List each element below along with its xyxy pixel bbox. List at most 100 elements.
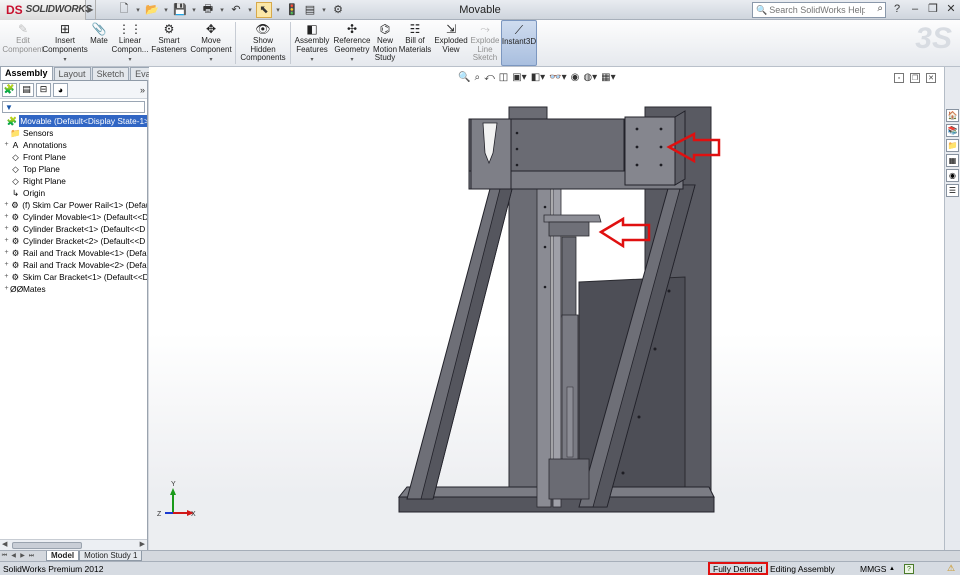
custom-properties-icon[interactable]: ☰	[946, 184, 959, 197]
cmd-edit-component-button[interactable]: ✎ Edit Component	[2, 20, 43, 66]
dropdown-arrow-icon[interactable]: ▾	[63, 56, 66, 65]
expand-icon[interactable]: +	[3, 139, 10, 151]
file-explorer-icon[interactable]: 📁	[946, 139, 959, 152]
cmd-insert-components-button[interactable]: ⊞ Insert Components ▾	[42, 20, 87, 66]
tree-item[interactable]: ◇ Top Plane	[0, 163, 147, 175]
expand-icon[interactable]: +	[3, 223, 10, 235]
search-go-icon[interactable]: ⌕	[877, 3, 883, 14]
open-icon[interactable]: 📂	[144, 2, 160, 18]
tab-motion-study-1[interactable]: Motion Study 1	[79, 551, 143, 561]
propertymanager-icon[interactable]: ▤	[19, 82, 34, 97]
help-icon[interactable]: ?	[890, 3, 904, 15]
solidworks-resources-icon[interactable]: 🏠	[946, 109, 959, 122]
graphics-area[interactable]: 🔍 ⌕ ⤺ ◫ ▣▾ ◧▾ 👓▾ ◉ ◍▾ ▦▾ ▫ ❐ ✕ Y X Z	[149, 67, 944, 550]
expand-icon[interactable]: +	[3, 235, 10, 247]
tab-layout[interactable]: Layout	[53, 67, 91, 80]
tree-item[interactable]: + ⚙ (f) Skim Car Power Rail<1> (Defaul	[0, 199, 147, 211]
dropdown-arrow-icon[interactable]: ▾	[350, 56, 353, 65]
tree-item[interactable]: + ⚙ Rail and Track Movable<2> (Defa	[0, 259, 147, 271]
tree-item[interactable]: ◇ Front Plane	[0, 151, 147, 163]
expand-icon[interactable]: +	[3, 259, 10, 271]
dropdown-arrow-icon[interactable]: ▾	[162, 2, 170, 18]
tree-item[interactable]: + ⚙ Cylinder Movable<1> (Default<<D	[0, 211, 147, 223]
expand-icon[interactable]: +	[3, 199, 10, 211]
rebuild-icon[interactable]: 🚦	[284, 2, 300, 18]
dropdown-arrow-icon[interactable]: ▾	[310, 56, 313, 65]
cmd-show-hidden-components-button[interactable]: 👁 Show Hidden Components	[238, 20, 288, 66]
tab-sketch[interactable]: Sketch	[91, 67, 130, 80]
help-search-box[interactable]: 🔍 ⌕	[752, 2, 886, 18]
cmd-new-motion-study-button[interactable]: ⌬ New Motion Study	[373, 20, 397, 66]
close-icon[interactable]: ✕	[944, 2, 958, 15]
menu-flyout-arrow-icon[interactable]: ▶	[86, 0, 96, 20]
scroll-right-icon[interactable]: ▶	[140, 540, 145, 548]
tree-item[interactable]: + ⚙ Cylinder Bracket<1> (Default<<D	[0, 223, 147, 235]
dropdown-arrow-icon[interactable]: ▾	[209, 56, 212, 65]
dropdown-arrow-icon[interactable]: ▾	[320, 2, 328, 18]
featuremanager-tree-icon[interactable]: 🧩	[2, 82, 17, 97]
tree-item[interactable]: + ⚙ Rail and Track Movable<1> (Defa	[0, 247, 147, 259]
minimize-icon[interactable]: –	[908, 3, 922, 15]
tree-item[interactable]: 📁 Sensors	[0, 127, 147, 139]
expand-icon[interactable]: +	[3, 271, 10, 283]
scrollbar-thumb[interactable]	[12, 542, 82, 549]
tree-item[interactable]: ↳ Origin	[0, 187, 147, 199]
undo-icon[interactable]: ↶	[228, 2, 244, 18]
dropdown-arrow-icon[interactable]: ▾	[218, 2, 226, 18]
appearances-icon[interactable]: ◉	[946, 169, 959, 182]
dropdown-arrow-icon[interactable]: ▾	[190, 2, 198, 18]
dropdown-arrow-icon[interactable]: ▾	[274, 2, 282, 18]
tree-root-assembly[interactable]: 🧩 Movable (Default<Display State-1>)	[0, 115, 147, 127]
help-search-input[interactable]	[769, 5, 866, 15]
displaymanager-icon[interactable]: ◕	[53, 82, 68, 97]
save-icon[interactable]: 💾	[172, 2, 188, 18]
print-icon[interactable]: 🖶	[200, 2, 216, 18]
configurationmanager-icon[interactable]: ⊟	[36, 82, 51, 97]
dropdown-arrow-icon[interactable]: ▾	[134, 2, 142, 18]
prev-tab-icon[interactable]: ◀	[9, 551, 18, 561]
status-units[interactable]: MMGS	[860, 564, 886, 574]
tree-item[interactable]: + ⚙ Skim Car Bracket<1> (Default<<D	[0, 271, 147, 283]
tab-model[interactable]: Model	[46, 551, 80, 561]
dropdown-arrow-icon[interactable]: ▾	[128, 56, 131, 65]
quick-tips-icon[interactable]: ?	[904, 563, 914, 574]
cylinder-barrel	[561, 236, 577, 318]
view-palette-icon[interactable]: ▦	[946, 154, 959, 167]
new-icon[interactable]: 🗋	[116, 2, 132, 18]
cmd-mate-button[interactable]: 📎 Mate	[87, 20, 111, 66]
tree-item[interactable]: + ØØ Mates	[0, 283, 147, 295]
units-dropdown-icon[interactable]: ▲	[889, 566, 895, 572]
cmd-explode-line-sketch-button[interactable]: ⤳ Explode Line Sketch	[469, 20, 501, 66]
cmd-assembly-features-button[interactable]: ◧ Assembly Features ▾	[293, 20, 331, 66]
expand-icon[interactable]: +	[3, 211, 10, 223]
tab-assembly[interactable]: Assembly	[0, 66, 53, 80]
expand-icon[interactable]: +	[3, 283, 10, 295]
expand-icon[interactable]: +	[3, 247, 10, 259]
rebuild-status-icon[interactable]: ⚠	[947, 563, 955, 574]
first-tab-icon[interactable]: ⏮	[0, 551, 9, 561]
design-library-icon[interactable]: 📚	[946, 124, 959, 137]
assembly-model-view[interactable]: Y X Z	[149, 67, 944, 550]
scroll-left-icon[interactable]: ◀	[2, 540, 7, 548]
tree-horizontal-scrollbar[interactable]: ◀ ▶	[0, 539, 147, 550]
cmd-move-component-button[interactable]: ✥ Move Component ▾	[189, 20, 233, 66]
cmd-instant3d-button[interactable]: ⟋ Instant3D	[501, 20, 537, 66]
panel-expand-icon[interactable]: »	[140, 85, 145, 95]
last-tab-icon[interactable]: ⏭	[27, 551, 36, 561]
cmd-bill-of-materials-button[interactable]: ☷ Bill of Materials	[397, 20, 433, 66]
tree-item[interactable]: ◇ Right Plane	[0, 175, 147, 187]
cmd-exploded-view-button[interactable]: ⇲ Exploded View	[433, 20, 469, 66]
dropdown-arrow-icon[interactable]: ▾	[246, 2, 254, 18]
file-properties-icon[interactable]: ▤	[302, 2, 318, 18]
select-icon[interactable]: ⬉	[256, 1, 272, 18]
cmd-smart-fasteners-button[interactable]: ⚙ Smart Fasteners	[149, 20, 189, 66]
options-icon[interactable]: ⚙	[330, 2, 346, 18]
cmd-linear-compon-button[interactable]: ⋮⋮ Linear Compon... ▾	[111, 20, 149, 66]
restore-icon[interactable]: ❐	[926, 2, 940, 15]
cmd-reference-geometry-button[interactable]: ✣ Reference Geometry ▾	[331, 20, 373, 66]
next-tab-icon[interactable]: ▶	[18, 551, 27, 561]
tree-filter-box[interactable]: ▼	[2, 101, 145, 113]
tree-item[interactable]: + A Annotations	[0, 139, 147, 151]
solidworks-logo[interactable]: DS SOLIDWORKS	[0, 0, 92, 20]
tree-item[interactable]: + ⚙ Cylinder Bracket<2> (Default<<D	[0, 235, 147, 247]
